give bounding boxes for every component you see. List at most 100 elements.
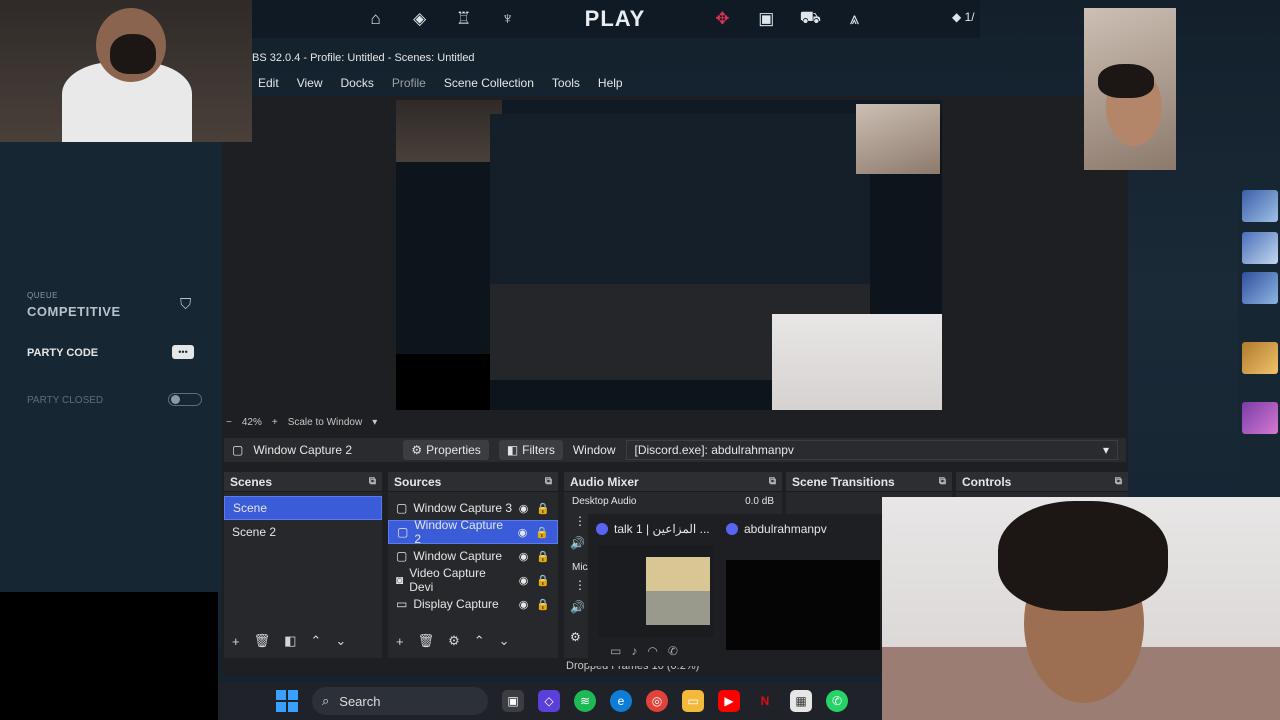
party-closed-toggle[interactable]: [168, 393, 202, 406]
move-down-icon[interactable]: ⌄: [335, 633, 346, 649]
queue-shield-icon[interactable]: ⛉: [180, 296, 191, 313]
discord-stream-tab[interactable]: talk 1 | المزاعين ...: [596, 518, 710, 540]
windows-start-icon[interactable]: [276, 690, 298, 712]
source-item[interactable]: ◙ Video Capture Devi ◉ 🔒: [388, 566, 558, 594]
scale-mode-select[interactable]: Scale to Window: [288, 417, 362, 428]
queue-mode[interactable]: COMPETITIVE: [27, 304, 121, 319]
lock-icon[interactable]: 🔒: [536, 574, 550, 587]
dock-float-icon[interactable]: ⧉: [939, 476, 946, 487]
filters-button[interactable]: ◧ Filters: [498, 440, 563, 460]
window-select[interactable]: [Discord.exe]: abdulrahmanpv ▾: [625, 440, 1118, 460]
party-code-chat-icon[interactable]: •••: [172, 345, 194, 359]
agent-portrait[interactable]: [1242, 232, 1278, 264]
properties-button[interactable]: ⚙ Properties: [403, 440, 489, 460]
webcam-feed: [0, 0, 252, 142]
speaker-icon[interactable]: 🔊: [570, 536, 585, 550]
play-button[interactable]: PLAY: [585, 6, 646, 32]
preview-nested-webcam: [396, 100, 502, 162]
source-item[interactable]: ▢ Window Capture 3 ◉ 🔒: [388, 496, 558, 520]
menu-edit[interactable]: Edit: [258, 76, 279, 90]
agent-portrait[interactable]: [1242, 342, 1278, 374]
menu-profile[interactable]: Profile: [392, 76, 426, 90]
menu-view[interactable]: View: [297, 76, 323, 90]
chrome-icon[interactable]: ◎: [646, 690, 668, 712]
kebab-menu-icon[interactable]: ⋮: [574, 514, 586, 528]
speaker-icon[interactable]: 🔊: [570, 600, 585, 614]
menu-tools[interactable]: Tools: [552, 76, 580, 90]
tag-icon[interactable]: ◈: [409, 8, 431, 30]
discord-stream-thumbnail[interactable]: [726, 560, 880, 650]
gear-icon: ⚙: [411, 443, 423, 457]
task-view-icon[interactable]: ▣: [502, 690, 524, 712]
ranks-icon[interactable]: ⩓: [843, 8, 865, 30]
gear-icon[interactable]: ⚙: [448, 633, 460, 649]
filter-icon[interactable]: ◧: [284, 633, 296, 649]
window-icon: ▢: [397, 525, 409, 539]
edge-icon[interactable]: e: [610, 690, 632, 712]
netflix-icon[interactable]: N: [754, 690, 776, 712]
youtube-icon[interactable]: ▶: [718, 690, 740, 712]
taskbar-search[interactable]: ⌕ Search: [312, 687, 488, 715]
source-item[interactable]: ▢ Window Capture ◉ 🔒: [388, 544, 558, 568]
lock-icon[interactable]: 🔒: [536, 502, 550, 515]
spotify-icon[interactable]: ≋: [574, 690, 596, 712]
dock-float-icon[interactable]: ⧉: [369, 476, 376, 487]
agent-portrait[interactable]: [1242, 272, 1278, 304]
move-up-icon[interactable]: ⌃: [474, 633, 485, 649]
chevron-down-icon[interactable]: ▾: [372, 417, 377, 428]
add-icon[interactable]: +: [396, 634, 404, 649]
lock-icon[interactable]: 🔒: [535, 526, 549, 539]
source-item[interactable]: ▭ Display Capture ◉ 🔒: [388, 592, 558, 616]
monitor-icon: ▭: [396, 597, 408, 611]
eye-icon[interactable]: ◉: [519, 598, 529, 611]
crest-icon[interactable]: ✥: [711, 8, 733, 30]
obs-preview-canvas[interactable]: [396, 100, 942, 410]
lock-icon[interactable]: 🔒: [536, 550, 550, 563]
camera-icon[interactable]: ▭: [610, 644, 621, 658]
store-locker-icon[interactable]: ▣: [755, 8, 777, 30]
kebab-menu-icon[interactable]: ⋮: [574, 578, 586, 592]
menu-docks[interactable]: Docks: [340, 76, 373, 90]
add-icon[interactable]: +: [232, 634, 240, 649]
gear-icon[interactable]: ⚙: [570, 630, 581, 644]
preview-nested-cam-large: [772, 314, 942, 410]
eye-icon[interactable]: ◉: [519, 574, 529, 587]
lock-icon[interactable]: 🔒: [536, 598, 550, 611]
scene-item[interactable]: Scene 2: [224, 520, 382, 544]
cart-icon[interactable]: ⛟: [799, 8, 821, 30]
eye-icon[interactable]: ◉: [518, 526, 528, 539]
sources-dock: Sources ⧉ ▢ Window Capture 3 ◉ 🔒 ▢ Window Cap…: [388, 472, 558, 658]
source-item[interactable]: ▢ Window Capture 2 ◉ 🔒: [388, 518, 558, 546]
agent-portrait[interactable]: [1242, 190, 1278, 222]
zoom-in-button[interactable]: +: [272, 417, 278, 428]
whatsapp-icon[interactable]: ✆: [826, 690, 848, 712]
mic-icon[interactable]: ♪: [631, 644, 637, 658]
scene-label: Scene 2: [232, 525, 277, 539]
move-up-icon[interactable]: ⌃: [310, 633, 321, 649]
discord-stream-thumbnail[interactable]: [598, 545, 714, 637]
headphones-icon[interactable]: ◠: [647, 644, 657, 658]
eye-icon[interactable]: ◉: [519, 550, 529, 563]
trash-icon[interactable]: 🗑: [418, 633, 435, 649]
scene-item[interactable]: Scene: [224, 496, 382, 520]
party-closed-label: PARTY CLOSED: [27, 395, 104, 406]
trash-icon[interactable]: 🗑: [254, 633, 271, 649]
file-explorer-icon[interactable]: ▭: [682, 690, 704, 712]
home-icon[interactable]: ⌂: [365, 8, 387, 30]
copilot-icon[interactable]: ◇: [538, 690, 560, 712]
discord-stream-tab[interactable]: abdulrahmanpv: [726, 518, 827, 540]
window-icon: ▢: [396, 501, 408, 515]
medal-icon[interactable]: ♖: [453, 8, 475, 30]
trophy-icon[interactable]: ♆: [497, 8, 519, 30]
menu-scene-collection[interactable]: Scene Collection: [444, 76, 534, 90]
menu-help[interactable]: Help: [598, 76, 623, 90]
store-icon[interactable]: ▦: [790, 690, 812, 712]
dock-float-icon[interactable]: ⧉: [545, 476, 552, 487]
dock-float-icon[interactable]: ⧉: [769, 476, 776, 487]
disconnect-icon[interactable]: ✆: [668, 644, 678, 658]
eye-icon[interactable]: ◉: [519, 502, 529, 515]
agent-portrait[interactable]: [1242, 402, 1278, 434]
zoom-out-button[interactable]: −: [226, 417, 232, 428]
dock-float-icon[interactable]: ⧉: [1115, 476, 1122, 487]
move-down-icon[interactable]: ⌄: [499, 633, 510, 649]
